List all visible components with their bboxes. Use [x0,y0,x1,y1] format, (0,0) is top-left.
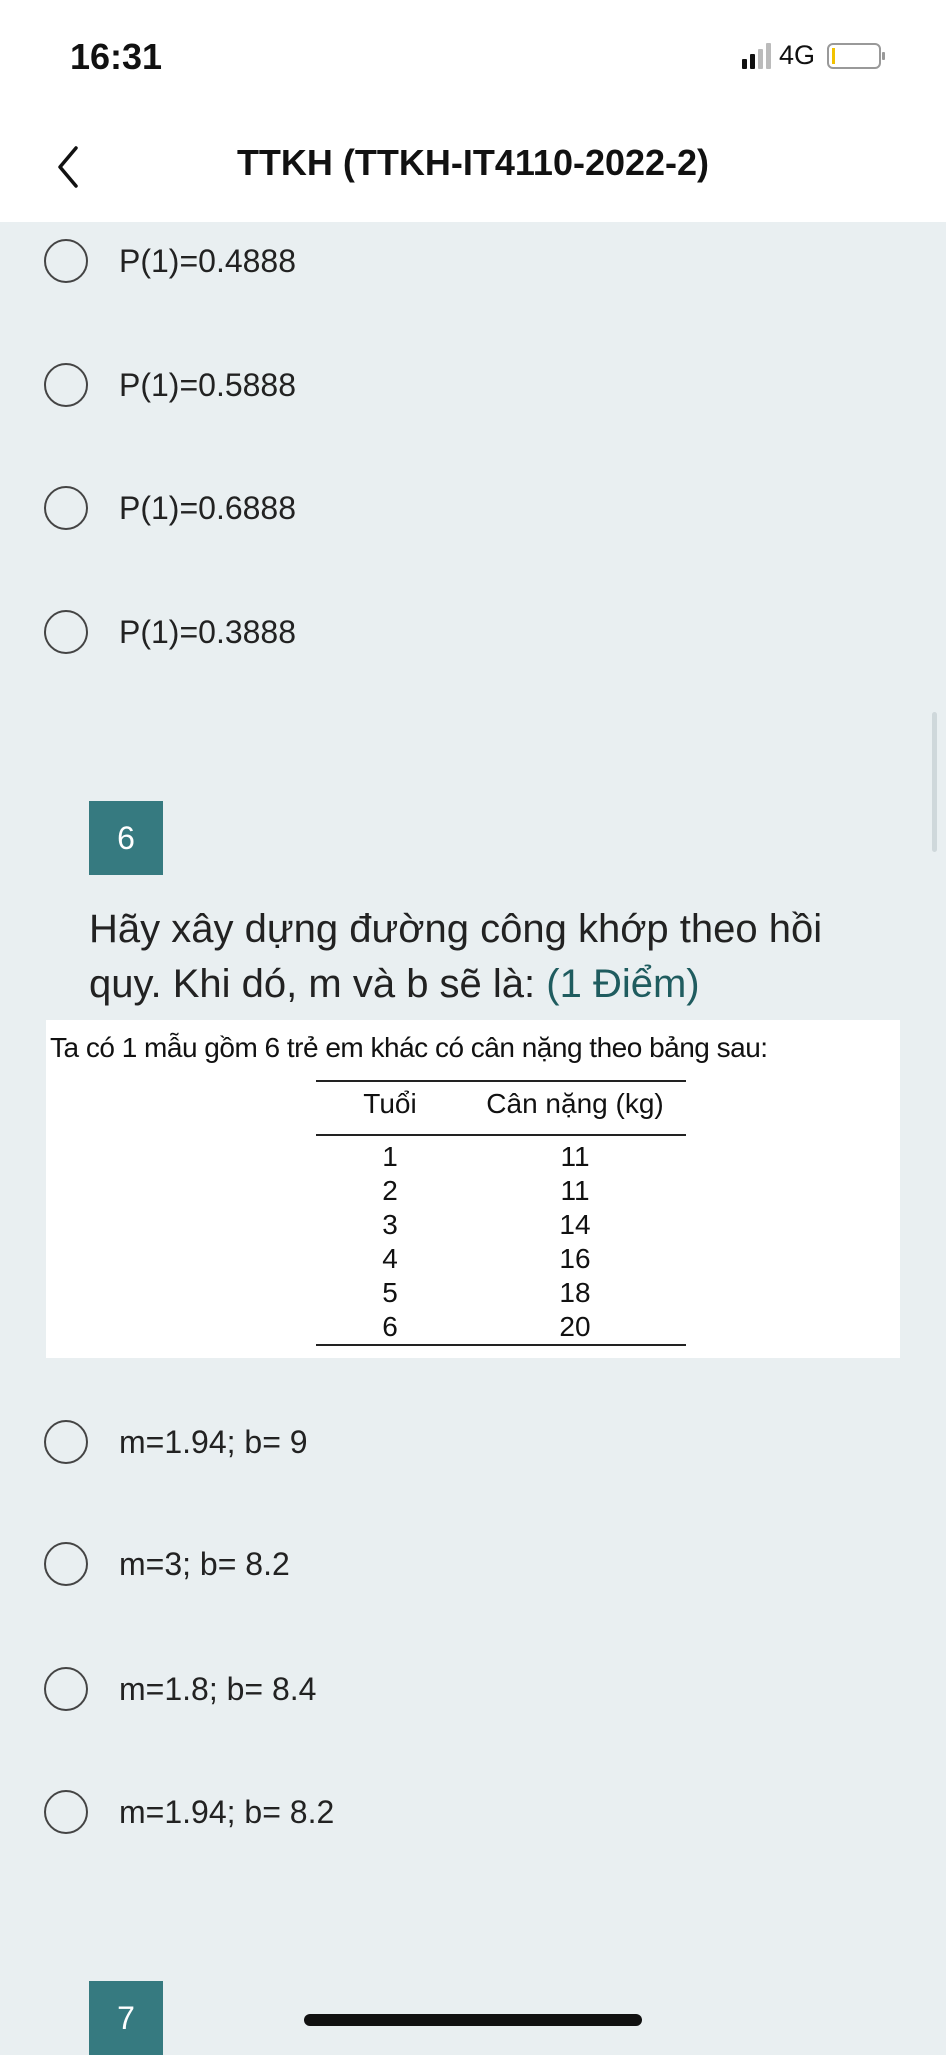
question-prompt: Hãy xây dựng đường công khớp theo hồi qu… [89,907,823,1006]
column-header-weight: Cân nặng (kg) [486,1088,664,1119]
image-intro-text: Ta có 1 mẫu gồm 6 trẻ em khác có cân nặn… [50,1032,768,1063]
radio-button[interactable] [44,1790,88,1834]
option-label: m=1.94; b= 9 [119,1423,308,1460]
cell-weight: 11 [560,1175,590,1206]
column-header-age: Tuổi [363,1088,417,1119]
cell-age: 2 [382,1175,398,1206]
cell-weight: 16 [559,1243,591,1274]
radio-button[interactable] [44,610,88,654]
option-label: m=1.94; b= 8.2 [119,1793,335,1830]
option-m3-b8-2[interactable]: m=3; b= 8.2 [44,1542,290,1586]
option-label: P(1)=0.3888 [119,613,297,650]
cell-age: 5 [382,1277,398,1308]
radio-button[interactable] [44,239,88,283]
cell-weight: 11 [560,1141,590,1172]
cell-age: 1 [382,1141,398,1172]
question-text: Hãy xây dựng đường công khớp theo hồi qu… [89,902,889,1012]
home-indicator[interactable] [304,2014,642,2026]
cell-age: 3 [382,1209,398,1240]
status-indicators: 4G [742,40,886,71]
option-p-0-3888[interactable]: P(1)=0.3888 [44,610,296,654]
cell-weight: 18 [559,1277,591,1308]
table-row: 6 20 [316,1310,686,1345]
status-time: 16:31 [70,36,163,77]
page-title: TTKH (TTKH-IT4110-2022-2) [236,142,710,183]
table-row: 4 16 [316,1242,686,1276]
option-m1-8-b8-4[interactable]: m=1.8; b= 8.4 [44,1667,316,1711]
cell-weight: 20 [559,1311,591,1342]
table-row: 2 11 [316,1174,686,1208]
question-number-badge: 6 [89,801,163,875]
option-m1-94-b8-2[interactable]: m=1.94; b= 8.2 [44,1790,334,1834]
battery-icon [827,42,886,69]
table-row: 5 18 [316,1276,686,1310]
option-p-0-5888[interactable]: P(1)=0.5888 [44,363,296,407]
question-image: Ta có 1 mẫu gồm 6 trẻ em khác có cân nặn… [46,1020,900,1358]
data-table: Tuổi Cân nặng (kg) 1 11 2 11 3 14 4 16 5 18 6… [316,1080,686,1346]
question-number-badge-7: 7 [89,1981,163,2055]
signal-icon [742,42,771,69]
option-label: P(1)=0.4888 [119,242,297,279]
option-p-0-6888[interactable]: P(1)=0.6888 [44,486,296,530]
radio-button[interactable] [44,1542,88,1586]
question-points: (1 Điểm) [546,962,700,1006]
network-type: 4G [779,40,816,70]
app-header: TTKH (TTKH-IT4110-2022-2) [0,110,946,222]
cell-age: 4 [382,1243,398,1274]
scrollbar[interactable] [932,712,937,852]
radio-button[interactable] [44,1420,88,1464]
cell-age: 6 [382,1311,398,1342]
cell-weight: 14 [559,1209,591,1240]
option-label: m=3; b= 8.2 [119,1545,290,1582]
option-p-0-4888[interactable]: P(1)=0.4888 [44,239,296,283]
radio-button[interactable] [44,1667,88,1711]
option-label: m=1.8; b= 8.4 [119,1670,317,1707]
status-bar: 16:31 4G [0,0,946,110]
option-m1-94-b9[interactable]: m=1.94; b= 9 [44,1420,308,1464]
radio-button[interactable] [44,363,88,407]
option-label: P(1)=0.5888 [119,366,297,403]
table-row: 3 14 [316,1208,686,1242]
radio-button[interactable] [44,486,88,530]
option-label: P(1)=0.6888 [119,489,297,526]
table-row: 1 11 [316,1135,686,1174]
